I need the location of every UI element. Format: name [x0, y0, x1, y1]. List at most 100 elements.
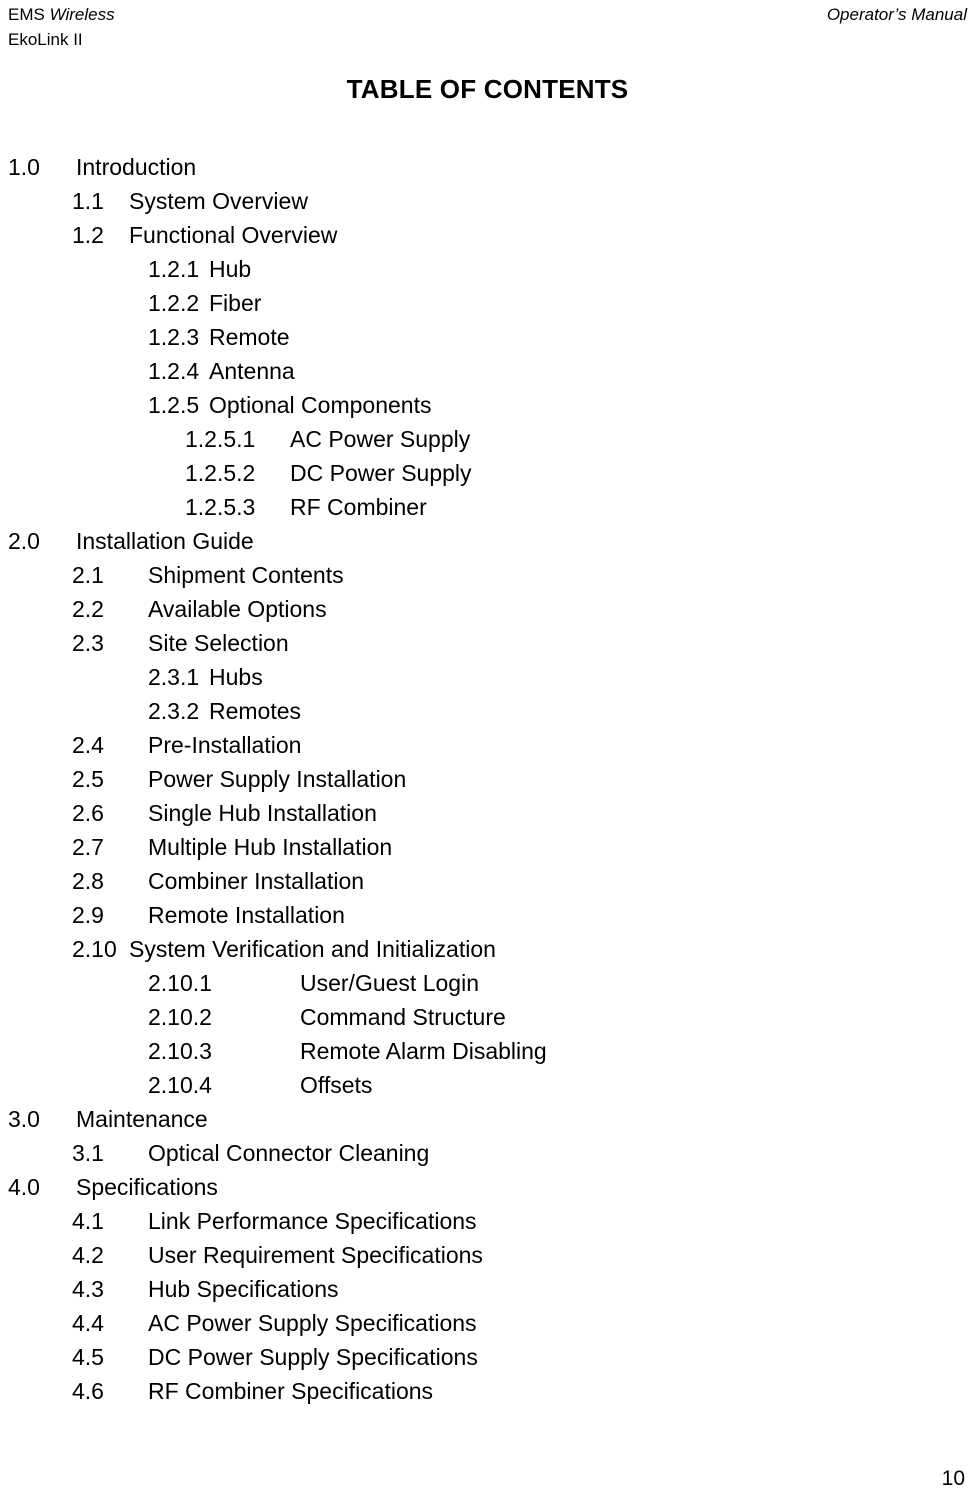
toc-entry[interactable]: 1.2.1 Hub: [0, 252, 975, 286]
header-left: EMS Wireless EkoLink II: [8, 2, 115, 52]
toc-entry[interactable]: 4.4 AC Power Supply Specifications: [0, 1306, 975, 1340]
toc-entry-label: Optical Connector Cleaning: [148, 1140, 430, 1166]
toc-entry-label: Available Options: [148, 596, 327, 622]
toc-entry-label: User Requirement Specifications: [148, 1242, 483, 1268]
toc-entry-label: Fiber: [209, 290, 262, 316]
toc-entry-label: Hub: [209, 256, 252, 282]
toc-entry-label: RF Combiner Specifications: [148, 1378, 434, 1404]
toc-entry-label: Multiple Hub Installation: [148, 834, 393, 860]
toc-entry[interactable]: 2.10.4 Offsets: [0, 1068, 975, 1102]
toc-entry[interactable]: 2.0 Installation Guide: [0, 524, 975, 558]
toc-entry-number: 4.2: [72, 1242, 104, 1268]
toc-entry-number: 2.8: [72, 868, 104, 894]
toc-entry-label: Hubs: [209, 664, 263, 690]
toc-entry[interactable]: 3.1 Optical Connector Cleaning: [0, 1136, 975, 1170]
toc-entry[interactable]: 1.2.5.3 RF Combiner: [0, 490, 975, 524]
toc-entry[interactable]: 2.4 Pre-Installation: [0, 728, 975, 762]
toc-entry-number: 2.1: [72, 562, 104, 588]
toc-entry[interactable]: 4.2 User Requirement Specifications: [0, 1238, 975, 1272]
toc-entry[interactable]: 1.2 Functional Overview: [0, 218, 975, 252]
toc-entry-number: 2.10.1: [148, 970, 212, 996]
toc-entry-label: Remotes: [209, 698, 302, 724]
toc-entry[interactable]: 4.0 Specifications: [0, 1170, 975, 1204]
toc-entry[interactable]: 4.5 DC Power Supply Specifications: [0, 1340, 975, 1374]
toc-entry-number: 3.1: [72, 1140, 104, 1166]
toc-entry[interactable]: 2.3.2 Remotes: [0, 694, 975, 728]
toc-entry[interactable]: 1.1 System Overview: [0, 184, 975, 218]
toc-entry-number: 4.1: [72, 1208, 104, 1234]
toc-entry-label: Antenna: [209, 358, 295, 384]
header-document-type: Operator’s Manual: [826, 5, 967, 24]
toc-entry-number: 3.0: [8, 1106, 40, 1132]
page-header: EMS Wireless EkoLink II Operator’s Manua…: [8, 0, 967, 52]
toc-entry[interactable]: 2.6 Single Hub Installation: [0, 796, 975, 830]
toc-entry-number: 2.3.2: [148, 698, 200, 724]
toc-entry[interactable]: 3.0 Maintenance: [0, 1102, 975, 1136]
toc-entry-number: 2.9: [72, 902, 104, 928]
toc-entry-label: Optional Components: [209, 392, 432, 418]
toc-entry-label: Offsets: [300, 1072, 373, 1098]
toc-entry-number: 2.10: [72, 936, 117, 962]
toc-entry-label: DC Power Supply Specifications: [148, 1344, 478, 1370]
toc-entry[interactable]: 2.9 Remote Installation: [0, 898, 975, 932]
toc-entry-number: 4.4: [72, 1310, 104, 1336]
toc-entry-label: Remote Installation: [148, 902, 345, 928]
toc-entry-label: Introduction: [76, 154, 197, 180]
header-company-name: EMS: [8, 5, 50, 24]
toc-entry-label: RF Combiner: [290, 494, 427, 520]
toc-entry[interactable]: 1.2.5 Optional Components: [0, 388, 975, 422]
toc-entry[interactable]: 1.0 Introduction: [0, 150, 975, 184]
toc-entry-number: 1.2.5: [148, 392, 200, 418]
toc-entry-label: Remote Alarm Disabling: [300, 1038, 547, 1064]
toc-entry[interactable]: 2.2 Available Options: [0, 592, 975, 626]
toc-entry-label: Command Structure: [300, 1004, 506, 1030]
toc-entry-number: 2.4: [72, 732, 104, 758]
toc-entry[interactable]: 1.2.5.1 AC Power Supply: [0, 422, 975, 456]
toc-entry-number: 2.5: [72, 766, 104, 792]
toc-entry-label: Power Supply Installation: [148, 766, 407, 792]
toc-entry[interactable]: 2.3.1 Hubs: [0, 660, 975, 694]
toc-entry-label: Link Performance Specifications: [148, 1208, 477, 1234]
toc-entry-label: Shipment Contents: [148, 562, 344, 588]
toc-entry-label: Installation Guide: [76, 528, 254, 554]
toc-entry[interactable]: 2.10.1 User/Guest Login: [0, 966, 975, 1000]
toc-entry-number: 1.2.5.2: [185, 460, 256, 486]
toc-entry[interactable]: 4.6 RF Combiner Specifications: [0, 1374, 975, 1408]
toc-entry[interactable]: 2.3 Site Selection: [0, 626, 975, 660]
toc-entry-number: 4.3: [72, 1276, 104, 1302]
toc-entry-number: 2.7: [72, 834, 104, 860]
toc-entry-number: 1.2.5.1: [185, 426, 256, 452]
toc-entry-number: 2.2: [72, 596, 104, 622]
toc-entry[interactable]: 1.2.5.2 DC Power Supply: [0, 456, 975, 490]
toc-entry-label: Remote: [209, 324, 290, 350]
toc-entry-number: 4.6: [72, 1378, 104, 1404]
document-page: EMS Wireless EkoLink II Operator’s Manua…: [0, 0, 975, 1500]
toc-entry-label: Hub Specifications: [148, 1276, 339, 1302]
toc-entry-number: 1.2.2: [148, 290, 200, 316]
toc-entry-label: Single Hub Installation: [148, 800, 377, 826]
toc-entry[interactable]: 4.1 Link Performance Specifications: [0, 1204, 975, 1238]
toc-entry[interactable]: 2.7 Multiple Hub Installation: [0, 830, 975, 864]
toc-entry-number: 1.2.4: [148, 358, 200, 384]
page-number: 10: [941, 1467, 965, 1490]
toc-entry[interactable]: 2.1 Shipment Contents: [0, 558, 975, 592]
toc-entry[interactable]: 1.2.2 Fiber: [0, 286, 975, 320]
toc-entry[interactable]: 4.3 Hub Specifications: [0, 1272, 975, 1306]
toc-entry-number: 2.6: [72, 800, 104, 826]
toc-entry[interactable]: 2.10.2 Command Structure: [0, 1000, 975, 1034]
toc-entry-number: 1.2.1: [148, 256, 200, 282]
toc-entry-number: 1.2.5.3: [185, 494, 256, 520]
toc-entry-label: Functional Overview: [129, 222, 338, 248]
toc-entry-label: DC Power Supply: [290, 460, 472, 486]
toc-entry-number: 2.0: [8, 528, 40, 554]
toc-entry[interactable]: 2.5 Power Supply Installation: [0, 762, 975, 796]
toc-entry-label: System Overview: [129, 188, 308, 214]
toc-entry[interactable]: 2.8 Combiner Installation: [0, 864, 975, 898]
toc-entry[interactable]: 2.10.3 Remote Alarm Disabling: [0, 1034, 975, 1068]
header-product-name: EkoLink II: [8, 30, 83, 49]
toc-entry[interactable]: 1.2.3 Remote: [0, 320, 975, 354]
toc-entry[interactable]: 1.2.4 Antenna: [0, 354, 975, 388]
toc-entry[interactable]: 2.10 System Verification and Initializati…: [0, 932, 975, 966]
toc-entry-number: 2.3.1: [148, 664, 200, 690]
toc-entry-label: AC Power Supply: [290, 426, 471, 452]
